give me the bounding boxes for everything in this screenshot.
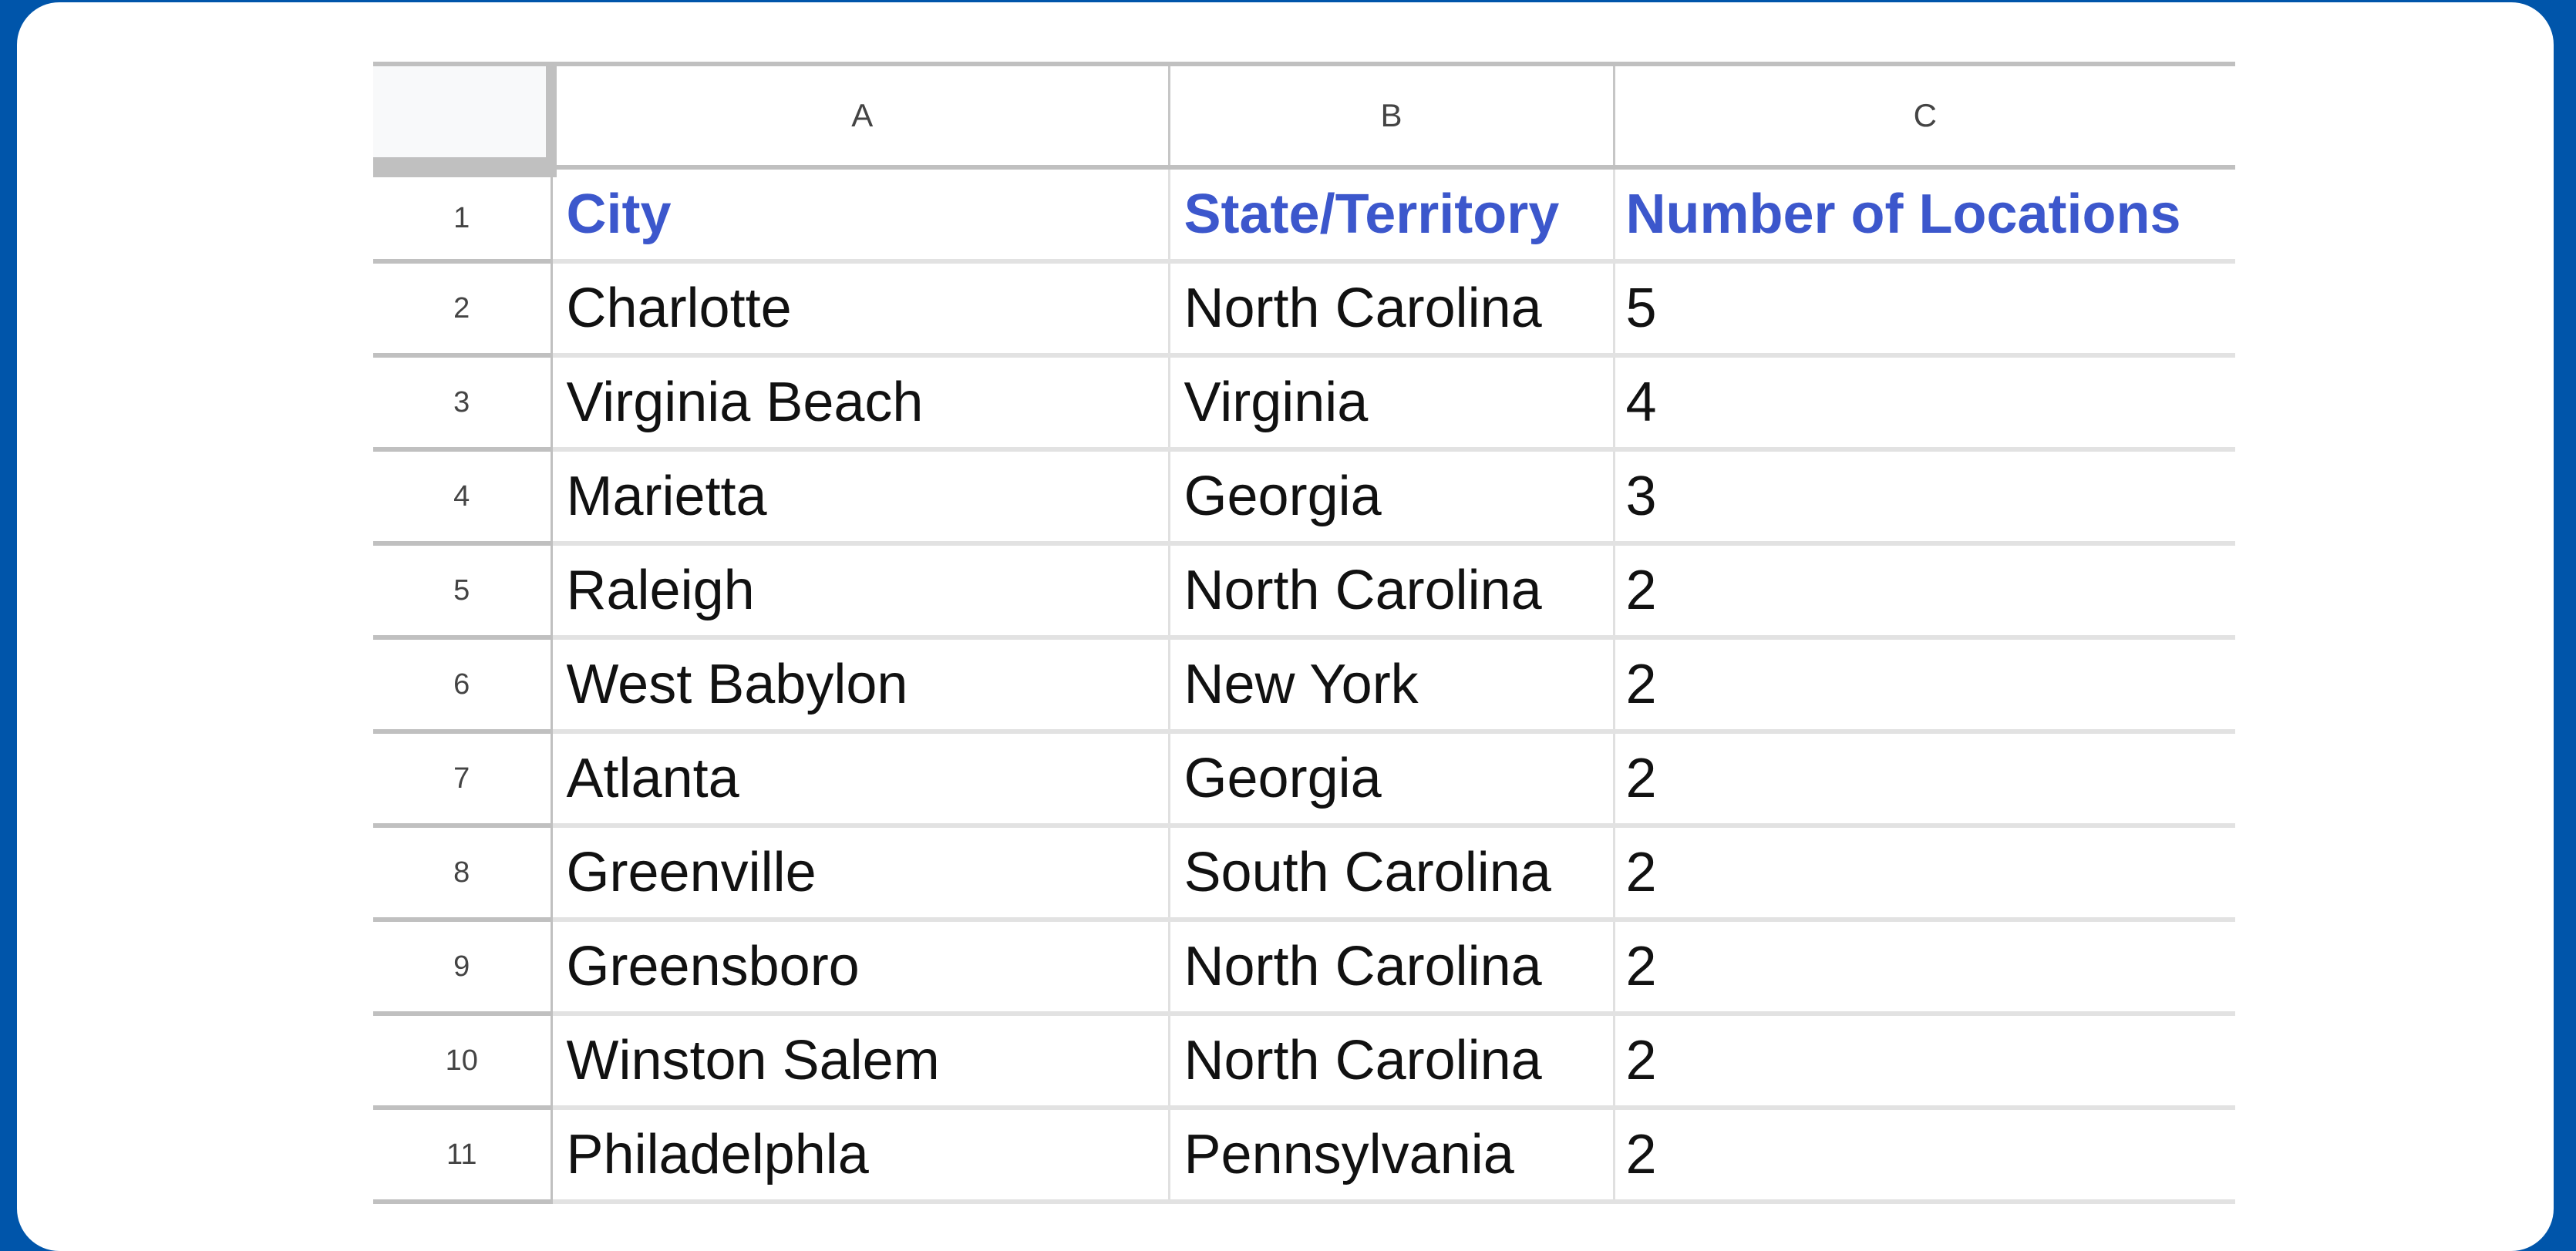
cell-city[interactable]: Atlanta bbox=[551, 731, 1170, 828]
content-card: A B C 1 City State/Territory Number of L… bbox=[17, 2, 2554, 1251]
cell-locations[interactable]: 2 bbox=[1614, 1014, 2235, 1110]
cell-header-locations[interactable]: Number of Locations bbox=[1614, 167, 2235, 264]
table-row: 3 Virginia Beach Virginia 4 bbox=[373, 355, 2235, 452]
row-header[interactable]: 5 bbox=[373, 543, 553, 640]
row-header[interactable]: 9 bbox=[373, 920, 553, 1016]
column-header-b[interactable]: B bbox=[1169, 62, 1615, 170]
table-row: 2 Charlotte North Carolina 5 bbox=[373, 261, 2235, 358]
cell-header-state[interactable]: State/Territory bbox=[1169, 167, 1615, 264]
cell-locations[interactable]: 2 bbox=[1614, 1108, 2235, 1204]
cell-locations[interactable]: 2 bbox=[1614, 637, 2235, 734]
cell-locations[interactable]: 2 bbox=[1614, 731, 2235, 828]
cell-state[interactable]: North Carolina bbox=[1169, 261, 1615, 358]
table-row: 1 City State/Territory Number of Locatio… bbox=[373, 167, 2235, 264]
cell-city[interactable]: Raleigh bbox=[551, 543, 1170, 640]
column-header-row: A B C bbox=[373, 62, 2235, 177]
cell-state[interactable]: New York bbox=[1169, 637, 1615, 734]
cell-locations[interactable]: 3 bbox=[1614, 449, 2235, 546]
table-row: 6 West Babylon New York 2 bbox=[373, 637, 2235, 734]
table-row: 8 Greenville South Carolina 2 bbox=[373, 826, 2235, 922]
cell-city[interactable]: Marietta bbox=[551, 449, 1170, 546]
cell-state[interactable]: South Carolina bbox=[1169, 826, 1615, 922]
row-header[interactable]: 1 bbox=[373, 167, 553, 264]
cell-city[interactable]: Charlotte bbox=[551, 261, 1170, 358]
cell-city[interactable]: Philadelphla bbox=[551, 1108, 1170, 1204]
cell-locations[interactable]: 2 bbox=[1614, 826, 2235, 922]
cell-state[interactable]: Virginia bbox=[1169, 355, 1615, 452]
table-row: 9 Greensboro North Carolina 2 bbox=[373, 920, 2235, 1016]
cell-state[interactable]: Georgia bbox=[1169, 731, 1615, 828]
row-header[interactable]: 8 bbox=[373, 826, 553, 922]
cell-city[interactable]: Virginia Beach bbox=[551, 355, 1170, 452]
row-header[interactable]: 10 bbox=[373, 1014, 553, 1110]
row-header[interactable]: 4 bbox=[373, 449, 553, 546]
row-header[interactable]: 11 bbox=[373, 1108, 553, 1204]
cell-header-city[interactable]: City bbox=[551, 167, 1170, 264]
cell-city[interactable]: West Babylon bbox=[551, 637, 1170, 734]
row-header[interactable]: 7 bbox=[373, 731, 553, 828]
select-all-corner[interactable] bbox=[373, 62, 557, 177]
cell-locations[interactable]: 2 bbox=[1614, 543, 2235, 640]
row-header[interactable]: 3 bbox=[373, 355, 553, 452]
table-row: 5 Raleigh North Carolina 2 bbox=[373, 543, 2235, 640]
cell-city[interactable]: Winston Salem bbox=[551, 1014, 1170, 1110]
row-header[interactable]: 2 bbox=[373, 261, 553, 358]
column-header-c[interactable]: C bbox=[1614, 62, 2235, 170]
cell-locations[interactable]: 2 bbox=[1614, 920, 2235, 1016]
cell-state[interactable]: Pennsylvania bbox=[1169, 1108, 1615, 1204]
table-row: 10 Winston Salem North Carolina 2 bbox=[373, 1014, 2235, 1110]
cell-locations[interactable]: 5 bbox=[1614, 261, 2235, 358]
cell-state[interactable]: North Carolina bbox=[1169, 543, 1615, 640]
cell-locations[interactable]: 4 bbox=[1614, 355, 2235, 452]
cell-state[interactable]: North Carolina bbox=[1169, 1014, 1615, 1110]
cell-state[interactable]: Georgia bbox=[1169, 449, 1615, 546]
cell-city[interactable]: Greensboro bbox=[551, 920, 1170, 1016]
table-row: 11 Philadelphla Pennsylvania 2 bbox=[373, 1108, 2235, 1204]
row-header[interactable]: 6 bbox=[373, 637, 553, 734]
column-header-a[interactable]: A bbox=[551, 62, 1170, 170]
table-row: 4 Marietta Georgia 3 bbox=[373, 449, 2235, 546]
cell-state[interactable]: North Carolina bbox=[1169, 920, 1615, 1016]
spreadsheet-grid: A B C 1 City State/Territory Number of L… bbox=[373, 62, 2235, 1204]
table-row: 7 Atlanta Georgia 2 bbox=[373, 731, 2235, 828]
cell-city[interactable]: Greenville bbox=[551, 826, 1170, 922]
